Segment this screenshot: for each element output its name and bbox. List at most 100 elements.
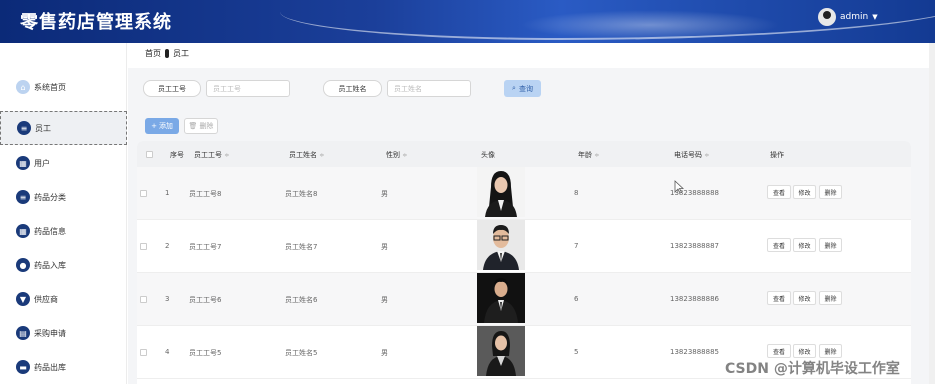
sort-icon[interactable]: ≑	[319, 152, 324, 159]
sidebar-item-label: 供应商	[34, 294, 58, 304]
query-button-label: 查询	[518, 84, 533, 93]
row-phone: 13823888887	[670, 242, 719, 250]
row-emp-no: 员工工号5	[189, 349, 222, 357]
col-index: 序号	[170, 151, 184, 159]
sidebar-item-employee[interactable]: ≡ 员工	[0, 111, 127, 145]
row-emp-name: 员工姓名7	[285, 243, 318, 251]
edit-button[interactable]: 修改	[793, 344, 816, 358]
sidebar-item-drug-category[interactable]: ≡ 药品分类	[0, 180, 127, 214]
query-button[interactable]: ⌕ 查询	[504, 80, 541, 97]
row-emp-name: 员工姓名5	[285, 349, 318, 357]
table-header: 序号 员工工号 ≑ 员工姓名 ≑ 性别 ≑ 头像 年龄 ≑ 电话号码 ≑ 操作	[137, 141, 911, 167]
row-phone: 13823888885	[670, 348, 719, 356]
delete-button-label: 删除	[199, 122, 214, 130]
list-icon: ≡	[16, 190, 30, 204]
row-index: 3	[165, 295, 170, 303]
grid-icon: ▦	[16, 156, 30, 170]
emp-no-label: 员工工号	[143, 80, 201, 97]
row-checkbox[interactable]	[140, 190, 147, 197]
sidebar-item-supplier[interactable]: ▼ 供应商	[0, 282, 127, 316]
delete-button[interactable]: 删除	[819, 238, 842, 252]
row-gender: 男	[381, 243, 388, 251]
view-button[interactable]: 查看	[767, 291, 791, 305]
add-button[interactable]: + 添加	[145, 118, 179, 134]
employee-table: 序号 员工工号 ≑ 员工姓名 ≑ 性别 ≑ 头像 年龄 ≑ 电话号码 ≑ 操作 …	[137, 141, 911, 384]
edit-button[interactable]: 修改	[793, 291, 816, 305]
employee-photo	[477, 326, 525, 376]
add-button-label: 添加	[158, 122, 173, 130]
sidebar-item-label: 系统首页	[34, 82, 66, 92]
view-button[interactable]: 查看	[767, 185, 791, 199]
chat-icon: ▬	[16, 360, 30, 374]
emp-name-label: 员工姓名	[323, 80, 382, 97]
col-gender[interactable]: 性别 ≑	[386, 150, 407, 160]
view-button[interactable]: 查看	[767, 238, 791, 252]
username[interactable]: admin	[840, 12, 868, 22]
sort-icon[interactable]: ≑	[224, 152, 229, 159]
person-icon: ●	[16, 258, 30, 272]
delete-button[interactable]: 删除	[819, 344, 842, 358]
col-emp-no[interactable]: 员工工号 ≑	[194, 150, 229, 160]
row-age: 8	[574, 189, 579, 197]
table-row: 1 员工工号8 员工姓名8 男 8 13823888888 查看 修改 删除	[137, 167, 911, 220]
delete-button[interactable]: 删除	[819, 291, 842, 305]
header-glow	[520, 10, 780, 40]
sort-icon[interactable]: ≑	[704, 152, 709, 159]
col-actions: 操作	[770, 151, 784, 159]
sidebar-item-users[interactable]: ▦ 用户	[0, 146, 127, 180]
sidebar-item-drug-info[interactable]: ▦ 药品信息	[0, 214, 127, 248]
sidebar-item-label: 药品入库	[34, 260, 66, 270]
row-gender: 男	[381, 190, 388, 198]
breadcrumb-home[interactable]: 首页	[145, 48, 161, 59]
breadcrumb-separator	[165, 49, 169, 58]
breadcrumb-current: 员工	[173, 49, 189, 58]
top-header: 零售药店管理系统 admin ▼	[0, 0, 935, 43]
row-age: 7	[574, 242, 579, 250]
sidebar-item-home[interactable]: ⌂ 系统首页	[0, 70, 127, 104]
delete-button[interactable]: 删除	[819, 185, 842, 199]
row-gender: 男	[381, 349, 388, 357]
row-age: 6	[574, 295, 579, 303]
delete-selected-button[interactable]: 🗑 删除	[184, 118, 218, 134]
page-scrollbar[interactable]	[929, 43, 935, 384]
sidebar-item-label: 用户	[34, 158, 50, 168]
mouse-cursor-icon	[674, 180, 684, 194]
sidebar-item-drug-stock-in[interactable]: ● 药品入库	[0, 248, 127, 282]
row-index: 4	[165, 348, 170, 356]
table-row: 2 员工工号7 员工姓名7 男 7 13823888887 查看 修改 删除	[137, 220, 911, 273]
grid-icon: ▦	[16, 224, 30, 238]
row-checkbox[interactable]	[140, 243, 147, 250]
col-avatar: 头像	[481, 151, 495, 159]
row-checkbox[interactable]	[140, 296, 147, 303]
list-icon: ≡	[17, 121, 31, 135]
row-checkbox[interactable]	[140, 349, 147, 356]
user-avatar[interactable]	[818, 8, 836, 26]
row-age: 5	[574, 348, 579, 356]
edit-button[interactable]: 修改	[793, 238, 816, 252]
search-icon: ⌕	[512, 84, 516, 92]
row-phone: 13823888886	[670, 295, 719, 303]
employee-photo	[477, 220, 525, 270]
sort-icon[interactable]: ≑	[402, 152, 407, 159]
breadcrumb: 首页 员工	[145, 48, 189, 59]
sort-icon[interactable]: ≑	[594, 152, 599, 159]
chevron-down-icon[interactable]: ▼	[872, 13, 877, 21]
col-phone[interactable]: 电话号码 ≑	[674, 150, 709, 160]
row-emp-name: 员工姓名6	[285, 296, 318, 304]
view-button[interactable]: 查看	[767, 344, 791, 358]
emp-no-input[interactable]: 员工工号	[206, 80, 290, 97]
sidebar-item-drug-stock-out[interactable]: ▬ 药品出库	[0, 350, 127, 384]
sidebar-item-purchase-request[interactable]: ▤ 采购申请	[0, 316, 127, 350]
emp-name-input[interactable]: 员工姓名	[387, 80, 471, 97]
select-all-checkbox[interactable]	[146, 151, 153, 158]
col-age[interactable]: 年龄 ≑	[578, 150, 599, 160]
edit-button[interactable]: 修改	[793, 185, 816, 199]
home-icon: ⌂	[16, 80, 30, 94]
sidebar-item-label: 药品信息	[34, 226, 66, 236]
user-menu[interactable]: admin ▼	[818, 8, 878, 26]
app-title: 零售药店管理系统	[20, 12, 172, 33]
col-emp-name[interactable]: 员工姓名 ≑	[289, 150, 324, 160]
plus-icon: +	[151, 122, 157, 130]
sidebar: ⌂ 系统首页 ≡ 员工 ▦ 用户 ≡ 药品分类 ▦ 药品信息 ● 药品入库 ▼ …	[0, 43, 127, 384]
sidebar-item-label: 药品出库	[34, 362, 66, 372]
